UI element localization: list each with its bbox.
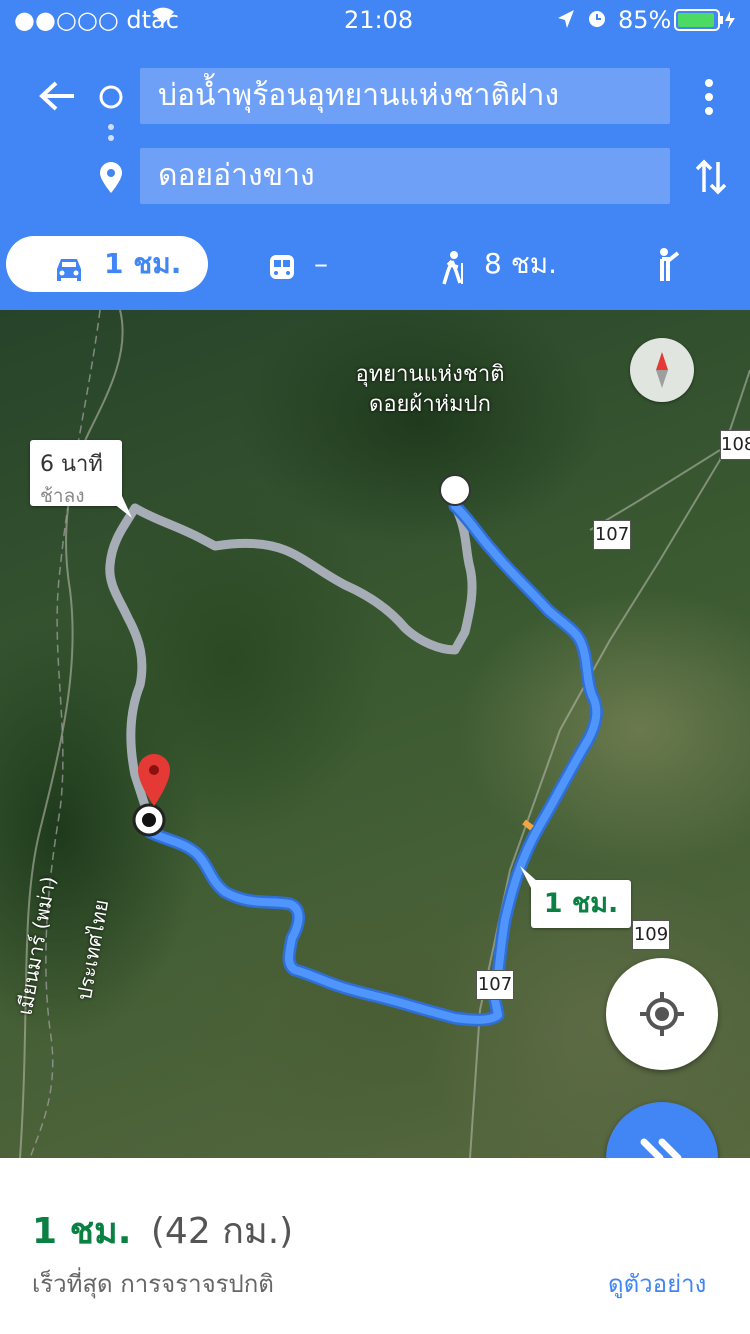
summary-duration: 1 ชม. bbox=[32, 1211, 132, 1252]
road-shield-108: 108 bbox=[720, 430, 750, 460]
swap-icon[interactable] bbox=[694, 158, 728, 200]
mode-walk-tab[interactable]: 8 ชม. bbox=[440, 236, 570, 292]
route-time-label: 1 ชม. bbox=[543, 888, 619, 919]
alternate-route-time: 6 นาที bbox=[40, 452, 103, 477]
origin-input[interactable]: บ่อน้ำพุร้อนอุทยานแห่งชาติฝาง bbox=[140, 68, 670, 124]
start-navigation-button[interactable] bbox=[606, 1102, 718, 1158]
mode-drive-tab[interactable]: 1 ชม. bbox=[6, 236, 208, 292]
main-route bbox=[138, 499, 603, 1027]
battery-icon bbox=[674, 9, 738, 37]
route-dots-icon bbox=[106, 124, 116, 152]
park-label: อุทยานแห่งชาติ ดอยผ้าห่มปก bbox=[320, 360, 540, 420]
summary-duration-line: 1 ชม. (42 กม.) bbox=[32, 1202, 293, 1259]
walk-time: 8 ชม. bbox=[484, 247, 558, 280]
road-shield-107-top: 107 bbox=[593, 520, 631, 550]
origin-marker bbox=[439, 474, 471, 506]
wifi-icon bbox=[150, 4, 176, 32]
status-bar: ●●○○○ dtac 21:08 85% bbox=[0, 0, 750, 40]
map-view[interactable]: อุทยานแห่งชาติ ดอยผ้าห่มปก 6 นาที ช้าลง … bbox=[0, 310, 750, 1158]
ride-icon bbox=[652, 246, 684, 302]
train-icon bbox=[268, 248, 296, 304]
double-chevron-icon bbox=[640, 1138, 682, 1158]
drive-time: 1 ชม. bbox=[104, 247, 182, 280]
preview-link[interactable]: ดูตัวอย่าง bbox=[608, 1264, 706, 1303]
alternate-route-note: ช้าลง bbox=[40, 485, 85, 507]
more-options-icon[interactable] bbox=[702, 78, 716, 120]
my-location-icon bbox=[640, 992, 684, 1036]
my-location-button[interactable] bbox=[606, 958, 718, 1070]
park-label-line1: อุทยานแห่งชาติ bbox=[355, 362, 505, 387]
summary-distance: (42 กม.) bbox=[150, 1211, 294, 1252]
battery-percent: 85% bbox=[618, 6, 672, 34]
destination-input[interactable]: ดอยอ่างขาง bbox=[140, 148, 670, 204]
mode-ride-tab[interactable] bbox=[652, 236, 692, 292]
route-time-callout[interactable]: 1 ชม. bbox=[531, 880, 631, 928]
compass-icon bbox=[656, 352, 668, 388]
compass-button[interactable] bbox=[630, 338, 694, 402]
clock-text: 21:08 bbox=[344, 6, 414, 34]
walk-icon bbox=[440, 248, 468, 304]
summary-note: เร็วที่สุด การจราจรปกติ bbox=[32, 1270, 274, 1298]
location-arrow-icon bbox=[556, 8, 576, 36]
car-icon bbox=[52, 248, 86, 304]
transit-time: – bbox=[314, 247, 328, 280]
alarm-icon bbox=[586, 7, 608, 35]
mode-transit-tab[interactable]: – bbox=[268, 236, 358, 292]
route-summary-panel[interactable]: 1 ชม. (42 กม.) เร็วที่สุด การจราจรปกติ ด… bbox=[0, 1158, 750, 1334]
road-shield-109: 109 bbox=[632, 920, 670, 950]
park-label-line2: ดอยผ้าห่มปก bbox=[369, 392, 491, 417]
road-shield-107-bottom: 107 bbox=[476, 970, 514, 1000]
origin-circle-icon bbox=[98, 84, 124, 114]
back-arrow-icon[interactable] bbox=[38, 80, 76, 116]
destination-pin-icon bbox=[98, 162, 124, 198]
